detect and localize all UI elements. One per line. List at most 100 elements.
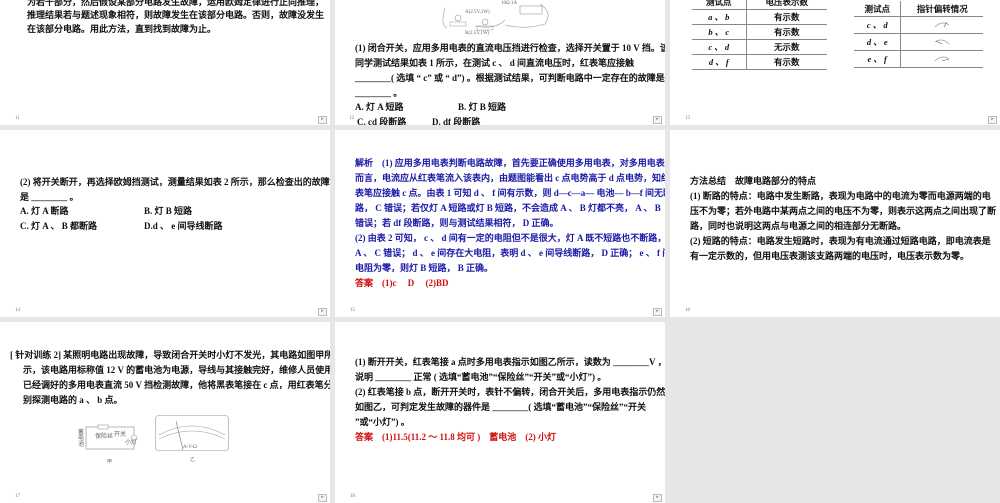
table-row: c 、 d 无示数 bbox=[692, 39, 827, 55]
text-line: (1) 闭合开关，应用多用电表的直流电压挡进行检查，选择开关置于 10 V 挡。… bbox=[355, 43, 665, 53]
next-slide-icon[interactable]: ▸ bbox=[653, 308, 662, 316]
figure-caption-jia: 甲 bbox=[107, 460, 113, 465]
table-header: 电压表示数 bbox=[746, 0, 827, 10]
text-line: 如图乙，可判定发生故障的器件是 ________( 选填“蓄电池”“保险丝”“开… bbox=[355, 402, 646, 412]
option-d: D.d 、 e 间导线断路 bbox=[144, 221, 223, 231]
table-row: e 、 f bbox=[854, 50, 983, 68]
slide-13[interactable]: 测试点 电压表示数 a 、 b 有示数 b 、 c 有示数 c 、 d 无示数 d 、 … bbox=[670, 0, 1000, 125]
option-d: D. df 段断路 bbox=[432, 117, 481, 125]
table-2: 测试点 指针偏转情况 c 、 d d 、 e e 、 f bbox=[854, 1, 983, 68]
text-line: 说明 ________ 正常 ( 选填“蓄电池”“保险丝”“开关”或“小灯”) … bbox=[355, 372, 607, 382]
option-b: B. 灯 B 短路 bbox=[458, 102, 507, 112]
slide-16[interactable]: 方法总结 故障电路部分的特点 (1) 断路的特点：电路中发生断路，表现为电路中的… bbox=[670, 130, 1000, 317]
analysis-line: 电阻为零，则灯 B 短路， B 正确。 bbox=[355, 263, 494, 273]
page-number: 14 bbox=[15, 308, 20, 313]
cell: c 、 d bbox=[854, 16, 902, 34]
page-number: 17 bbox=[15, 494, 20, 499]
text-line: 为若干部分，然后假设某部分电路发生故障，运用欧姆定律进行正向推理， bbox=[27, 0, 325, 7]
figure-caption-yi: 乙 bbox=[190, 458, 196, 463]
text-line: 已经调好的多用电表直流 50 V 挡检测故障，他将黑表笔接在 c 点，用红表笔分 bbox=[23, 380, 330, 390]
text-line: 压不为零；若外电路中某两点之间的电压不为零，则表示这两点之间出现了断 bbox=[690, 206, 997, 216]
analysis-line: 解析 (1) 应用多用电表判断电路故障，首先要正确使用多用电表，对多用电表 bbox=[355, 158, 665, 168]
analysis-line: A 、 C 错误； d 、 e 间存在大电阻，表明 d 、 e 间导线断路， D… bbox=[355, 248, 665, 258]
text-line: 示，该电路用标称值 12 V 的蓄电池为电源，导线与其接触完好，维修人员使用 bbox=[23, 365, 330, 375]
lamp-label: 小灯 bbox=[125, 440, 138, 446]
circuit-diagram bbox=[442, 3, 549, 31]
table-1: 测试点 电压表示数 a 、 b 有示数 b 、 c 有示数 c 、 d 无示数 d 、 … bbox=[692, 0, 827, 70]
meter-label: A-V-Ω bbox=[183, 445, 197, 450]
table-row: b 、 c 有示数 bbox=[692, 24, 827, 40]
next-slide-icon[interactable]: ▸ bbox=[318, 308, 327, 316]
text-line: 有一定示数的，但用电压表测该支路两端的电压时，电压表示数为零。 bbox=[690, 251, 970, 261]
text-line: (1) 断开开关，红表笔接 a 点时多用电表指示如图乙所示，读数为 ______… bbox=[355, 357, 665, 367]
analysis-line: 而言，电流应从红表笔流入该表内，由题图能看出 c 点电势高于 d 点电势，知红 bbox=[355, 173, 665, 183]
page-number: 13 bbox=[685, 116, 690, 121]
table-row: d 、 e bbox=[854, 33, 983, 51]
text-line: (2) 短路的特点：电路发生短路时，表现为有电流通过短路电路，即电流表是 bbox=[690, 236, 991, 246]
page-number: 15 bbox=[350, 308, 355, 313]
text-line: ________( 选填 “ c” 或 “ d”) 。根据测试结果，可判断电路中… bbox=[355, 73, 665, 83]
text-line: 路，同时也说明这两点与电源之间的相连部分无断路。 bbox=[690, 221, 907, 231]
page-number: 18 bbox=[350, 494, 355, 499]
option-b: B. 灯 B 短路 bbox=[144, 206, 193, 216]
table-header: 测试点 bbox=[692, 0, 747, 10]
page-number: 11 bbox=[15, 116, 20, 121]
table-header: 指针偏转情况 bbox=[900, 1, 983, 17]
cell: 有示数 bbox=[746, 24, 827, 40]
cell: e 、 f bbox=[854, 50, 902, 68]
text-line: 同学测试结果如表 1 所示，在测试 c 、 d 间直流电压时，红表笔应接触 bbox=[355, 58, 635, 68]
next-slide-icon[interactable]: ▸ bbox=[988, 116, 997, 124]
lamp-a-label: A(2.5V,1W) bbox=[465, 10, 490, 15]
text-line: (1) 断路的特点：电路中发生断路，表现为电路中的电流为零而电源两端的电 bbox=[690, 191, 991, 201]
analysis-line: 表笔应接触 c 点。由表 1 可知 d 、 f 间有示数，则 d—c—a— 电池… bbox=[355, 188, 665, 198]
option-a: A. 灯 A 断路 bbox=[20, 206, 69, 216]
answer: 答案 (1)c D (2)BD bbox=[355, 278, 449, 288]
lamp-b-label: B(2.5V,1W) bbox=[465, 31, 490, 36]
cell: b 、 c bbox=[692, 24, 747, 40]
text-line: 在该部分电路。用此方法，直到找到故障为止。 bbox=[27, 24, 217, 34]
slide-14[interactable]: (2) 将开关断开，再选择欧姆挡测试，测量结果如表 2 所示，那么检查出的故障 … bbox=[0, 130, 330, 317]
cell: d 、 e bbox=[854, 33, 902, 51]
table-row: c 、 d bbox=[854, 16, 983, 34]
table-row: d 、 f 有示数 bbox=[692, 54, 827, 70]
battery-label: 蓄电池 bbox=[78, 430, 85, 448]
page-number: 12 bbox=[349, 116, 354, 121]
table-row: a 、 b 有示数 bbox=[692, 9, 827, 25]
option-c: C. cd 段断路 bbox=[357, 117, 407, 125]
next-slide-icon[interactable]: ▸ bbox=[653, 494, 662, 502]
cell: a 、 b bbox=[692, 9, 747, 25]
pointer-deflection-icon bbox=[900, 33, 983, 51]
next-slide-icon[interactable]: ▸ bbox=[318, 116, 327, 124]
text-line: (2) 红表笔接 b 点，断开开关时，表针不偏转，闭合开关后，多用电表指示仍然 bbox=[355, 387, 665, 397]
rheostat-label: 10Ω 1A bbox=[501, 1, 518, 6]
answer: 答案 (1)11.5(11.2 ～ 11.8 均可 ) 蓄电池 (2) 小灯 bbox=[355, 432, 556, 442]
next-slide-icon[interactable]: ▸ bbox=[653, 116, 662, 124]
slide-15[interactable]: 解析 (1) 应用多用电表判断电路故障，首先要正确使用多用电表，对多用电表 而言… bbox=[335, 130, 665, 317]
option-c: C. 灯 A 、 B 都断路 bbox=[20, 221, 98, 231]
pointer-deflection-icon bbox=[900, 50, 983, 68]
cell: d 、 f bbox=[692, 54, 747, 70]
next-slide-icon[interactable]: ▸ bbox=[318, 494, 327, 502]
cell: 有示数 bbox=[746, 9, 827, 25]
analysis-line: 路， C 错误；若仅灯 A 短路或灯 B 短路，不会造成 A 、 B 灯都不亮，… bbox=[355, 203, 661, 213]
analysis-line: 错误；若 df 段断路，则与测试结果相符， D 正确。 bbox=[355, 218, 559, 228]
analysis-line: (2) 由表 2 可知， c 、 d 间有一定的电阻但不是很大，灯 A 既不短路… bbox=[355, 233, 665, 243]
slide-12[interactable]: A(2.5V,1W) B(2.5V,1W) 10Ω 1A (1) 闭合开关，应用… bbox=[335, 0, 665, 125]
text-line: ________ 。 bbox=[355, 88, 403, 98]
slide-18[interactable]: (1) 断开开关，红表笔接 a 点时多用电表指示如图乙所示，读数为 ______… bbox=[335, 322, 665, 503]
text-line: 是 ________ 。 bbox=[20, 192, 79, 202]
pointer-deflection-icon bbox=[900, 16, 983, 34]
option-a: A. 灯 A 短路 bbox=[355, 102, 404, 112]
page-number: 16 bbox=[685, 308, 690, 313]
text-line: [ 针对训练 2] 某照明电路出现故障，导致闭合开关时小灯不发光，其电路如图甲所 bbox=[10, 350, 330, 360]
text-line: 推理结果若与题述现象相符，则故障发生在该部分电路。否则，故障没发生 bbox=[27, 10, 325, 20]
table-header: 测试点 bbox=[854, 1, 902, 17]
text-line: 别探测电路的 a 、 b 点。 bbox=[23, 395, 123, 405]
fuse-label: 保险丝 bbox=[95, 434, 114, 440]
cell: 无示数 bbox=[746, 39, 827, 55]
slide-11[interactable]: 为若干部分，然后假设某部分电路发生故障，运用欧姆定律进行正向推理， 推理结果若与… bbox=[0, 0, 330, 125]
slide-17[interactable]: [ 针对训练 2] 某照明电路出现故障，导致闭合开关时小灯不发光，其电路如图甲所… bbox=[0, 322, 330, 503]
text-line: (2) 将开关断开，再选择欧姆挡测试，测量结果如表 2 所示，那么检查出的故障 bbox=[20, 177, 330, 187]
cell: 有示数 bbox=[746, 54, 827, 70]
text-line: ”或“小灯”) 。 bbox=[355, 417, 410, 427]
